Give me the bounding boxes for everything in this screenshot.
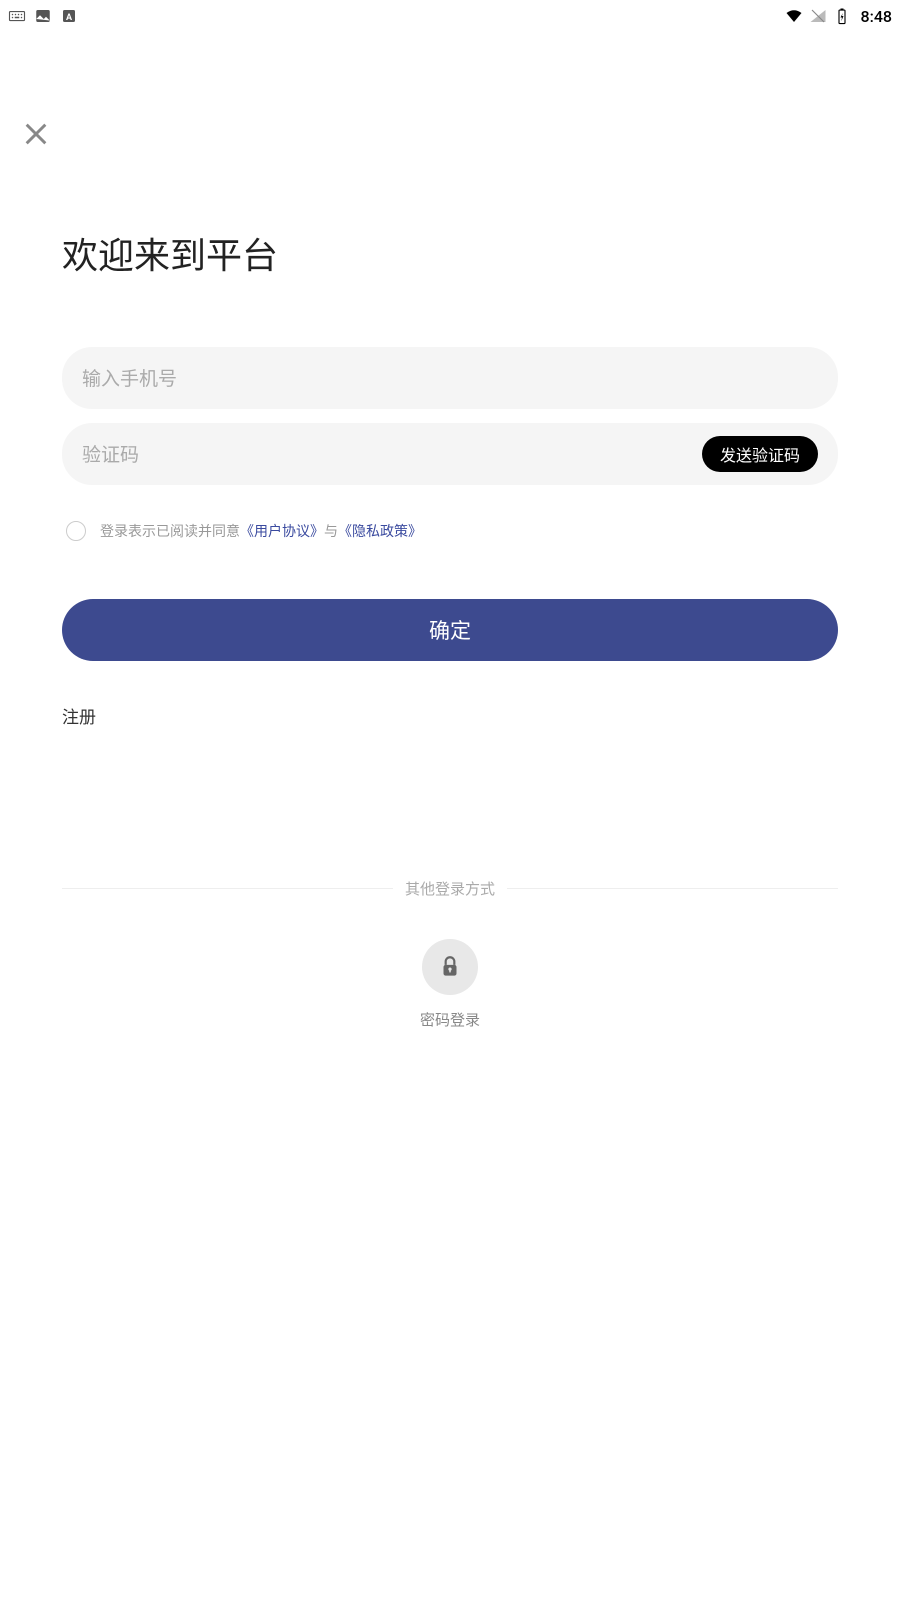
phone-input-wrap <box>62 347 838 409</box>
main-content: 欢迎来到平台 发送验证码 登录表示已阅读并同意《用户协议》与《隐私政策》 确定 … <box>0 32 900 1030</box>
app-icon: A <box>60 7 78 25</box>
code-input[interactable] <box>82 443 702 466</box>
agreement-prefix: 登录表示已阅读并同意 <box>100 524 240 540</box>
status-time: 8:48 <box>861 7 893 26</box>
privacy-policy-link[interactable]: 《隐私政策》 <box>338 524 422 540</box>
agreement-text: 登录表示已阅读并同意《用户协议》与《隐私政策》 <box>100 521 422 541</box>
submit-button[interactable]: 确定 <box>62 599 838 661</box>
divider-line-right <box>507 888 838 889</box>
divider-label: 其他登录方式 <box>393 878 507 899</box>
lock-icon <box>422 939 478 995</box>
close-icon <box>22 120 50 148</box>
status-left: A <box>8 7 78 25</box>
register-link[interactable]: 注册 <box>62 703 96 728</box>
code-input-wrap: 发送验证码 <box>62 423 838 485</box>
agreement-checkbox[interactable] <box>66 521 86 541</box>
wifi-icon <box>785 7 803 25</box>
signal-icon <box>809 7 827 25</box>
divider-line-left <box>62 888 393 889</box>
agreement-row: 登录表示已阅读并同意《用户协议》与《隐私政策》 <box>62 521 838 541</box>
alt-login-row: 密码登录 <box>62 939 838 1030</box>
user-agreement-link[interactable]: 《用户协议》 <box>240 524 324 540</box>
agreement-connector: 与 <box>324 524 338 540</box>
status-right: 8:48 <box>785 7 893 26</box>
image-icon <box>34 7 52 25</box>
status-bar: A 8:48 <box>0 0 900 32</box>
password-login-button[interactable]: 密码登录 <box>420 939 480 1030</box>
page-title: 欢迎来到平台 <box>62 227 838 279</box>
keyboard-icon <box>8 7 26 25</box>
close-button[interactable] <box>22 120 50 148</box>
svg-text:A: A <box>66 13 73 23</box>
alt-login-divider: 其他登录方式 <box>62 878 838 899</box>
send-code-button[interactable]: 发送验证码 <box>702 436 818 472</box>
phone-input[interactable] <box>82 367 818 390</box>
battery-icon <box>833 7 851 25</box>
password-login-label: 密码登录 <box>420 1009 480 1030</box>
